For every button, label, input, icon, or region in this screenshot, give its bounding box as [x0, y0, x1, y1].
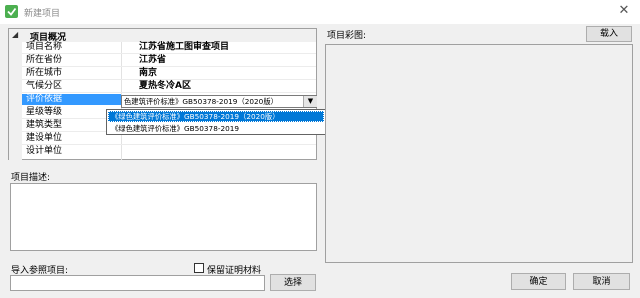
- import-path-input[interactable]: [10, 275, 265, 291]
- property-row-climate-zone[interactable]: 气候分区 夏热冬冷A区: [22, 81, 316, 93]
- property-label: 气候分区: [26, 81, 63, 91]
- description-textarea[interactable]: [10, 183, 317, 251]
- collapse-arrow-icon[interactable]: ◢: [12, 30, 18, 39]
- close-icon[interactable]: ✕: [613, 3, 635, 19]
- property-row-city[interactable]: 所在城市 南京: [22, 68, 316, 80]
- property-row-province[interactable]: 所在省份 江苏省: [22, 55, 316, 67]
- dropdown-option[interactable]: 《绿色建筑评价标准》GB50378-2019（2020版）: [108, 111, 324, 122]
- property-row-project-name[interactable]: 项目名称 江苏省施工图审查项目: [22, 42, 316, 54]
- project-image-label: 项目彩图:: [327, 31, 367, 41]
- property-value[interactable]: 江苏省施工图审查项目: [139, 42, 229, 53]
- evaluation-basis-combo[interactable]: 色建筑评价标准》GB50378-2019（2020版） ▼: [121, 95, 317, 108]
- property-value[interactable]: 南京: [139, 68, 157, 79]
- description-label: 项目描述:: [11, 173, 51, 183]
- evaluation-basis-dropdown[interactable]: 《绿色建筑评价标准》GB50378-2019（2020版） 《绿色建筑评价标准》…: [106, 109, 326, 135]
- ok-button[interactable]: 确定: [511, 273, 566, 290]
- property-label: 设计单位: [26, 146, 63, 156]
- property-label: 评价依据: [22, 94, 121, 105]
- property-grid[interactable]: ◢ 项目概况 项目名称 江苏省施工图审查项目 所在省份 江苏省 所在城市 南京 …: [8, 28, 326, 160]
- category-row[interactable]: ◢ 项目概况: [9, 29, 316, 43]
- title-bar: 新建项目 ✕: [0, 0, 640, 24]
- app-icon: [5, 5, 18, 18]
- property-row-design-unit[interactable]: 设计单位: [22, 146, 316, 157]
- combo-text: 色建筑评价标准》GB50378-2019（2020版）: [124, 97, 278, 106]
- property-label: 项目名称: [26, 42, 63, 52]
- window-title: 新建项目: [24, 9, 61, 19]
- dropdown-option[interactable]: 《绿色建筑评价标准》GB50378-2019: [108, 123, 324, 134]
- property-label: 所在省份: [26, 55, 63, 65]
- project-image-box: [325, 44, 633, 263]
- grid-gutter: [9, 42, 22, 160]
- property-value[interactable]: 江苏省: [139, 55, 166, 66]
- select-button[interactable]: 选择: [270, 274, 316, 291]
- keep-cert-checkbox[interactable]: [194, 263, 204, 273]
- property-value[interactable]: 夏热冬冷A区: [139, 81, 191, 92]
- chevron-down-icon[interactable]: ▼: [303, 96, 317, 107]
- load-button[interactable]: 载入: [586, 26, 632, 42]
- cancel-button[interactable]: 取消: [573, 273, 630, 290]
- property-label: 所在城市: [26, 68, 63, 78]
